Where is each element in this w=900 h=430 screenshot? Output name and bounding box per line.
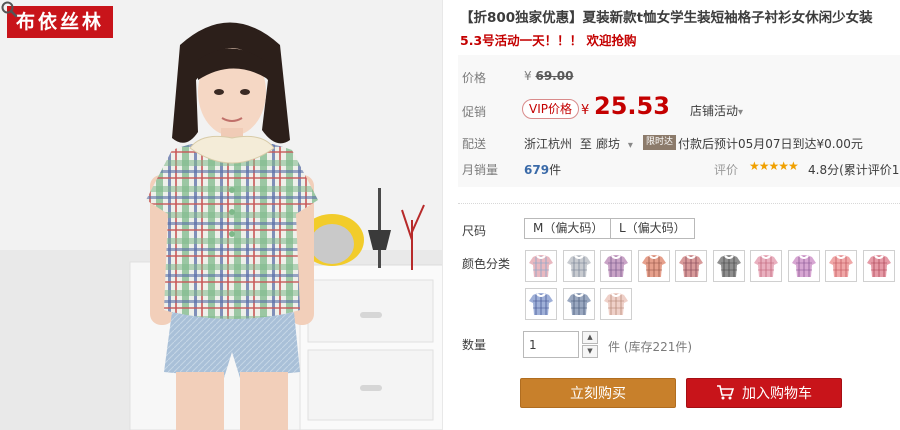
original-price: ¥ 69.00 [524, 69, 573, 83]
ship-to-word: 至 [579, 137, 592, 151]
color-swatch[interactable] [712, 250, 745, 282]
vip-price-tag: VIP价格 [522, 99, 579, 119]
color-swatch[interactable] [862, 250, 895, 282]
price-label: 价格 [462, 71, 487, 85]
swatch-thumbnail [788, 251, 819, 281]
original-price-value: 69.00 [535, 69, 574, 83]
product-subtitle: 5.3号活动一天！！！ 欢迎抢购 [460, 33, 637, 48]
quantity-decrease-button[interactable]: ▼ [582, 345, 598, 358]
promo-label: 促销 [462, 105, 487, 119]
add-to-cart-label: 加入购物车 [742, 386, 812, 402]
swatch-thumbnail [863, 251, 894, 281]
swatch-thumbnail [601, 289, 631, 319]
shop-promo-label: 店铺活动 [690, 104, 739, 118]
color-swatch[interactable] [600, 250, 632, 282]
buy-now-button[interactable]: 立刻购买 [520, 378, 676, 408]
brand-logo: 布依丝林 [7, 6, 113, 38]
ship-from: 浙江杭州 至 [524, 135, 592, 152]
cart-icon [717, 385, 734, 400]
product-info-panel: 【折800独家优惠】夏装新款t恤女学生装短袖格子衬衫女休闲少女装 5.3号活动一… [458, 0, 900, 430]
size-selector: 尺码 M（偏大码） L（偏大码） [462, 218, 900, 239]
swatch-thumbnail [638, 251, 669, 281]
size-label: 尺码 [462, 224, 487, 238]
color-swatch[interactable] [525, 288, 557, 320]
swatch-thumbnail [526, 289, 556, 319]
swatch-thumbnail [601, 251, 631, 281]
divider [458, 203, 900, 204]
chevron-down-icon: ▼ [587, 347, 593, 355]
current-price: 25.53 [594, 92, 670, 120]
ship-from-city: 浙江杭州 [524, 137, 573, 151]
rating-label: 评价 [714, 163, 739, 177]
rating-summary-link[interactable]: 4.8分(累计评价118 [808, 161, 900, 178]
color-label: 颜色分类 [462, 257, 511, 271]
size-option-m[interactable]: M（偏大码） [524, 218, 613, 239]
monthly-sales: 679件 [524, 161, 561, 178]
color-swatch[interactable] [675, 250, 707, 282]
swatch-thumbnail [826, 251, 856, 281]
size-option-l[interactable]: L（偏大码） [610, 218, 695, 239]
swatch-thumbnail [713, 251, 744, 281]
destination-dropdown[interactable]: 廊坊 ▾ [596, 135, 633, 152]
price-currency: ¥ [581, 103, 590, 118]
destination-city: 廊坊 [596, 137, 621, 151]
delivery-estimate: 付款后预计05月07日到达¥0.00元 [678, 137, 863, 151]
color-swatch[interactable] [562, 288, 595, 320]
chevron-down-icon: ▾ [627, 140, 633, 151]
monthly-sales-count: 679 [524, 163, 550, 177]
swatch-thumbnail [676, 251, 706, 281]
product-title: 【折800独家优惠】夏装新款t恤女学生装短袖格子衬衫女休闲少女装 [460, 10, 873, 26]
color-swatch[interactable] [600, 288, 632, 320]
stock-info: 件 (库存221件) [608, 340, 693, 354]
shop-promo-dropdown[interactable]: 店铺活动▾ [690, 102, 743, 119]
product-image[interactable]: 布依丝林 [0, 0, 443, 430]
timely-delivery-badge: 限时达 [643, 135, 677, 150]
color-swatch[interactable] [825, 250, 857, 282]
zoom-icon[interactable] [0, 0, 18, 18]
swatch-thumbnail [751, 251, 781, 281]
quantity-input[interactable] [523, 331, 579, 358]
monthly-sales-label: 月销量 [462, 163, 499, 177]
buy-now-label: 立刻购买 [570, 386, 626, 402]
swatch-thumbnail [563, 289, 594, 319]
monthly-sales-unit: 件 [549, 163, 562, 177]
color-swatch[interactable] [637, 250, 670, 282]
color-swatch[interactable] [562, 250, 595, 282]
original-currency: ¥ [524, 69, 532, 83]
color-swatch[interactable] [525, 250, 557, 282]
price-meta-box: 价格 ¥ 69.00 促销 VIP价格 ¥ 25.53 店铺活动▾ 配送 浙江杭… [458, 55, 900, 187]
add-to-cart-button[interactable]: 加入购物车 [686, 378, 842, 408]
quantity-label: 数量 [462, 338, 487, 352]
swatch-thumbnail [563, 251, 594, 281]
color-swatch[interactable] [787, 250, 820, 282]
product-photo [0, 0, 442, 430]
swatch-thumbnail [526, 251, 556, 281]
chevron-down-icon: ▾ [738, 107, 744, 118]
quantity-increase-button[interactable]: ▲ [582, 331, 598, 344]
rating-stars-icon: ★★★★★ [749, 159, 799, 173]
color-swatch[interactable] [750, 250, 782, 282]
chevron-up-icon: ▲ [587, 333, 593, 341]
shipping-label: 配送 [462, 137, 487, 151]
